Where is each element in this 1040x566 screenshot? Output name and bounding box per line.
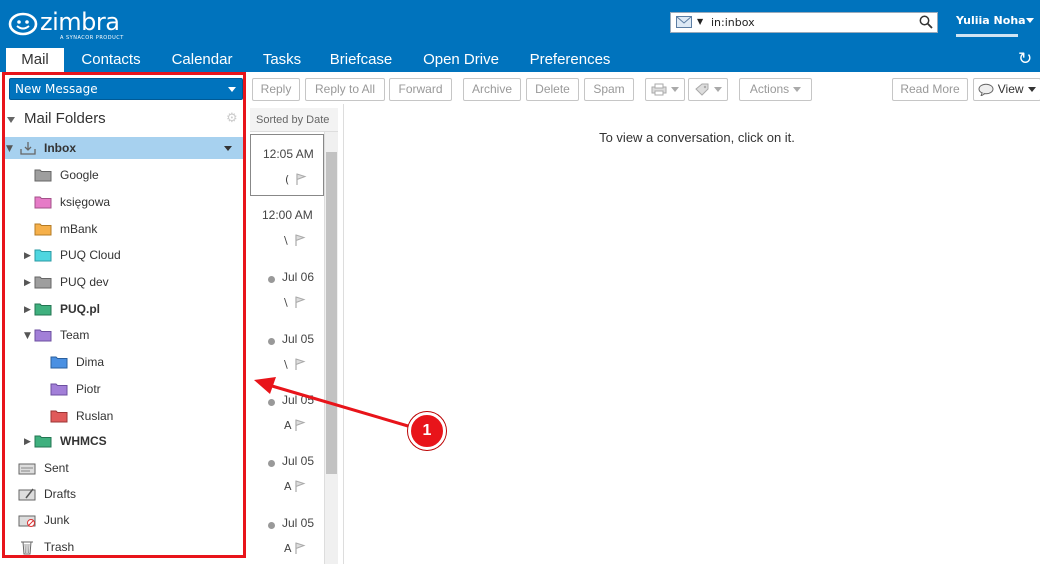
annotation-arrow <box>254 377 409 428</box>
annotation-callout: 1 <box>408 412 446 450</box>
